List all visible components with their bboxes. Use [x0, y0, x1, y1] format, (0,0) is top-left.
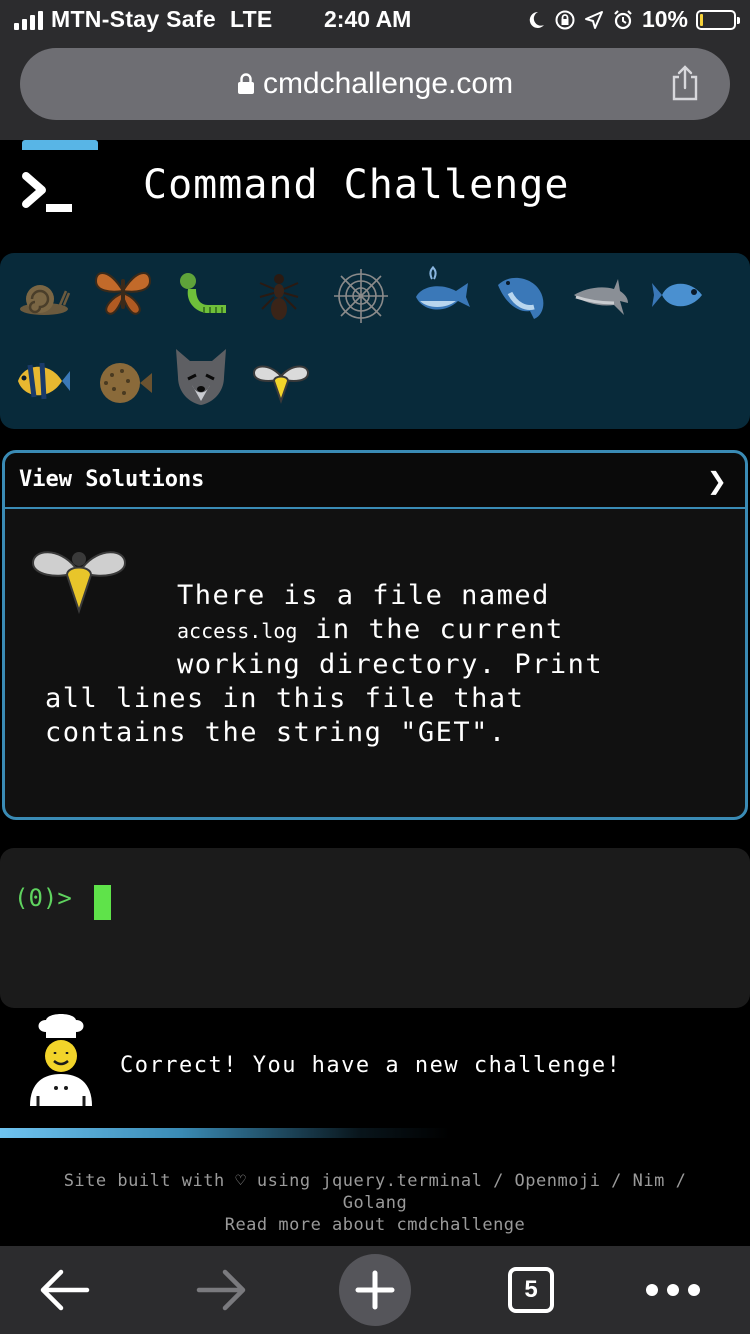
share-icon[interactable]	[670, 64, 700, 102]
challenge-description: There is a file named access.log in the …	[45, 579, 705, 750]
bee-icon[interactable]	[250, 353, 312, 415]
footer-read-more-link[interactable]: Read more about cmdchallenge	[0, 1214, 750, 1236]
new-tab-button[interactable]	[339, 1246, 411, 1334]
back-button[interactable]	[32, 1246, 98, 1334]
challenge-filename: access.log	[177, 619, 298, 643]
chevron-right-icon: ❯	[706, 467, 727, 495]
challenge-line-5: contains the string "GET".	[45, 717, 507, 748]
spouting-whale-icon[interactable]	[490, 265, 552, 327]
address-bar[interactable]: cmdchallenge.com	[20, 48, 730, 120]
back-arrow-icon	[40, 1269, 90, 1311]
status-time: 2:40 AM	[324, 6, 412, 32]
forward-button[interactable]	[188, 1246, 254, 1334]
site-footer: Site built with ♡ using jquery.terminal …	[0, 1170, 750, 1236]
new-tab-circle	[339, 1254, 411, 1326]
site-title: Command Challenge	[143, 162, 570, 208]
carrier-name: MTN-Stay Safe	[51, 6, 216, 32]
view-solutions-label: View Solutions	[19, 467, 205, 492]
battery-percent: 10%	[641, 6, 688, 32]
accent-bar-bottom	[0, 1128, 450, 1138]
browser-address-area: cmdchallenge.com	[0, 40, 750, 140]
challenge-line-2: access.log in the current	[45, 613, 705, 648]
view-solutions-bar[interactable]: View Solutions ❯	[5, 453, 745, 509]
battery-level	[700, 13, 703, 26]
solved-challenges-panel	[0, 253, 750, 429]
feedback-message: Correct! You have a new challenge!	[120, 1053, 622, 1078]
terminal-cursor	[94, 885, 111, 920]
new-tab-plus-icon	[355, 1270, 395, 1310]
caterpillar-icon[interactable]	[172, 265, 234, 327]
terminal-prompt: (0)>	[14, 884, 72, 912]
rotation-lock-icon	[555, 10, 575, 29]
signal-icon	[14, 10, 43, 30]
status-right: 10%	[526, 6, 740, 33]
challenge-line-3: working directory. Print	[177, 649, 604, 680]
footer-credits-cont[interactable]: Golang	[0, 1192, 750, 1214]
cook-icon	[30, 1014, 92, 1106]
location-icon	[584, 10, 603, 29]
moon-icon	[529, 11, 544, 28]
forward-arrow-icon	[196, 1269, 246, 1311]
status-left: MTN-Stay Safe LTE	[14, 6, 273, 33]
accent-bar-top	[22, 140, 98, 150]
more-button[interactable]	[640, 1246, 706, 1334]
wolf-icon[interactable]	[170, 345, 232, 407]
battery-icon	[696, 9, 740, 30]
browser-toolbar: 5	[0, 1246, 750, 1334]
butterfly-icon[interactable]	[92, 261, 154, 323]
more-icon	[646, 1284, 700, 1296]
alarm-icon	[614, 9, 632, 29]
challenge-line-2-rest: in the current	[297, 614, 564, 645]
web-page: Command Challenge View Solutions ❯ There…	[0, 140, 750, 1246]
network-type: LTE	[229, 6, 273, 32]
status-bar: MTN-Stay Safe LTE 2:40 AM 10%	[0, 0, 750, 40]
blowfish-icon[interactable]	[92, 351, 154, 413]
tabs-button[interactable]: 5	[506, 1246, 556, 1334]
ant-icon[interactable]	[248, 265, 310, 327]
tropical-fish-icon[interactable]	[10, 351, 72, 413]
terminal-input[interactable]: (0)>	[0, 848, 750, 1008]
spider-web-icon[interactable]	[330, 265, 392, 327]
snail-icon[interactable]	[10, 265, 72, 327]
dolphin-icon[interactable]	[570, 265, 632, 327]
terminal-prompt-icon[interactable]	[20, 170, 76, 214]
footer-credits[interactable]: Site built with ♡ using jquery.terminal …	[0, 1170, 750, 1192]
challenge-card: View Solutions ❯ There is a file named a…	[2, 450, 748, 820]
challenge-line-1: There is a file named	[177, 580, 550, 611]
lock-icon	[237, 73, 254, 94]
address-text-wrap: cmdchallenge.com	[20, 67, 730, 101]
whale-icon[interactable]	[412, 263, 474, 325]
challenge-line-4: all lines in this file that	[45, 683, 525, 714]
url-text: cmdchallenge.com	[262, 67, 514, 100]
fish-icon[interactable]	[650, 265, 712, 327]
tabs-icon: 5	[508, 1267, 554, 1313]
